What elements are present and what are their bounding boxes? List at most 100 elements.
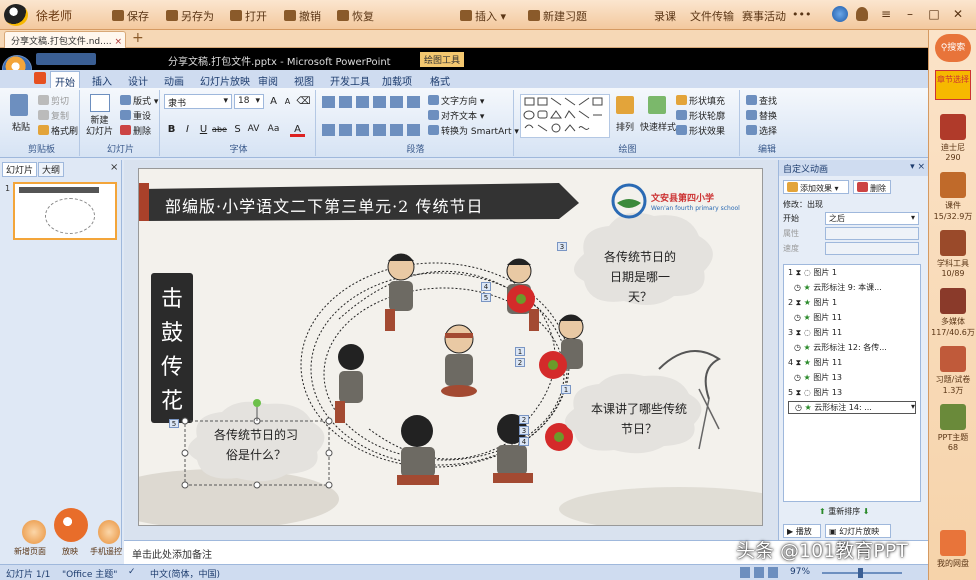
quick-styles-button[interactable]: 快速样式 [640,120,676,133]
maximize-icon[interactable]: □ [926,6,942,22]
open-button[interactable]: 打开 [230,8,267,24]
align-buttons[interactable] [322,124,422,136]
pane-close-icon[interactable]: ▾ × [910,162,925,172]
close-tab-icon[interactable]: × [114,37,122,47]
grow-font-button[interactable]: A [266,94,281,109]
insert-menu[interactable]: 插入 ▾ [460,8,506,24]
tab-developer[interactable]: 开发工具 [330,73,370,88]
sidebar-item-ppt-theme[interactable]: PPT主题 68 [929,404,976,452]
underline-button[interactable]: U [196,122,211,137]
format-painter-button[interactable]: 格式刷 [38,124,78,137]
spacing-button[interactable]: AV [246,122,261,137]
save-button[interactable]: 保存 [112,8,149,24]
font-name-combo[interactable]: 隶书 ▾ [164,94,232,109]
quick-access-toolbar[interactable] [36,53,96,65]
bold-button[interactable]: B [164,122,179,137]
animation-tag[interactable]: 3 [557,242,567,251]
events-button[interactable]: 赛事活动 [742,8,786,24]
reorder-control[interactable]: ⬆ 重新排序 ⬇ [819,506,870,517]
zoom-thumb[interactable] [858,568,863,578]
shrink-font-button[interactable]: A [280,94,295,109]
animation-item[interactable]: 3 ⧗ ◌ 图片 11 [788,327,842,338]
smartart-button[interactable]: 转换为 SmartArt ▾ [428,124,519,137]
change-case-button[interactable]: Aa [266,122,281,137]
replace-button[interactable]: 替换 [746,109,777,122]
cut-button[interactable]: 剪切 [38,94,69,107]
lesson-select-button[interactable]: 章节选择 [935,70,971,100]
minimize-icon[interactable]: – [902,6,918,22]
globe-icon[interactable] [832,6,848,22]
file-transfer-button[interactable]: 文件传输 [690,8,734,24]
animation-item[interactable]: 5 ⧗ ◌ 图片 13 [788,387,842,398]
property-select[interactable] [825,227,919,240]
sidebar-item-exercises[interactable]: 习题/试卷 1.3万 [929,346,976,396]
text-direction-button[interactable]: 文字方向 ▾ [428,94,484,107]
animation-item[interactable]: ◷ ★ 图片 13 [794,372,842,383]
qq-logo-icon[interactable] [4,4,28,26]
animation-tag[interactable]: 4 [519,437,529,446]
tab-animation[interactable]: 动画 [164,73,184,88]
list-buttons[interactable] [322,96,422,108]
delete-slide-button[interactable]: 删除 [120,124,151,137]
add-tab-button[interactable]: + [132,30,144,46]
tab-format[interactable]: 格式 [430,73,450,88]
spellcheck-icon[interactable]: ✓ [128,567,136,577]
move-down-icon[interactable]: ⬇ [863,507,870,516]
user-name[interactable]: 徐老师 [36,7,72,24]
animation-tag[interactable]: 4 [481,282,491,291]
document-tab[interactable]: 分享文稿.打包文件.nd.... × [4,31,126,48]
font-size-combo[interactable]: 18 ▾ [234,94,264,109]
tab-addins[interactable]: 加载项 [382,73,412,88]
addin-icon[interactable] [34,72,46,84]
font-color-button[interactable]: A [290,122,305,137]
more-icon[interactable]: ••• [792,8,811,21]
clear-format-button[interactable]: ⌫ [296,94,311,109]
question-bubble-festivals[interactable]: 本课讲了哪些传统节日？ [591,399,687,439]
animation-item[interactable]: ◷ ★ 云形标注 12: 各传... [794,342,887,353]
animation-tag[interactable]: 2 [515,358,525,367]
move-up-icon[interactable]: ⬆ [819,507,826,516]
menu-icon[interactable]: ≡ [878,6,894,22]
animation-list[interactable]: 1 ⧗ ◌ 图片 1 ◷ ★ 云形标注 9: 本课... 2 ⧗ ★ 图片 1 … [783,264,921,502]
question-bubble-customs[interactable]: 各传统节日的习俗是什么？ [211,425,301,465]
reset-button[interactable]: 重设 [120,109,151,122]
speed-select[interactable] [825,242,919,255]
animation-tag[interactable]: 3 [519,426,529,435]
animation-tag[interactable]: 5 [481,293,491,302]
tab-review[interactable]: 审阅 [258,73,278,88]
find-button[interactable]: 查找 [746,94,777,107]
animation-item[interactable]: 4 ⧗ ★ 图片 11 [788,357,842,368]
animation-tag[interactable]: 1 [515,347,525,356]
record-button[interactable]: 录课 [654,8,676,24]
close-icon[interactable]: ✕ [950,6,966,22]
new-page-button[interactable]: 新增页面 [14,546,46,557]
tab-design[interactable]: 设计 [128,73,148,88]
phone-remote-icon[interactable] [98,520,120,544]
save-as-button[interactable]: 另存为 [166,8,214,24]
copy-button[interactable]: 复制 [38,109,69,122]
layout-button[interactable]: 版式 ▾ [120,94,158,107]
paste-button[interactable]: 粘贴 [12,120,30,133]
sidebar-item-tools[interactable]: 学科工具 10/89 [929,230,976,278]
animation-item-selected[interactable]: ◷ ★ 云形标注 14: ... ▾ [788,401,916,414]
redo-button[interactable]: 恢复 [337,8,374,24]
shape-fill-button[interactable]: 形状填充 [676,94,725,107]
tab-outline[interactable]: 大纲 [38,162,65,177]
undo-button[interactable]: 撤销 [284,8,321,24]
remove-effect-button[interactable]: 删除 [853,180,891,194]
animation-tag[interactable]: 5 [169,419,179,428]
sidebar-item-media[interactable]: 多媒体 117/40.6万 [929,288,976,338]
new-slide-button[interactable]: 新建 幻灯片 [86,116,113,138]
avatar[interactable] [856,7,868,21]
sidebar-network-disk[interactable]: 我的网盘 [929,530,976,569]
view-buttons[interactable] [740,567,780,578]
animation-item[interactable]: ◷ ★ 云形标注 9: 本课... [794,282,882,293]
select-button[interactable]: 选择 [746,124,777,137]
tab-slides[interactable]: 幻灯片 [2,162,38,177]
new-page-icon[interactable] [22,520,46,544]
tab-insert[interactable]: 插入 [92,73,112,88]
shadow-button[interactable]: S [230,122,245,137]
tab-home[interactable]: 开始 [50,71,80,89]
new-exercise-button[interactable]: 新建习题 [528,8,587,24]
italic-button[interactable]: I [180,122,195,137]
